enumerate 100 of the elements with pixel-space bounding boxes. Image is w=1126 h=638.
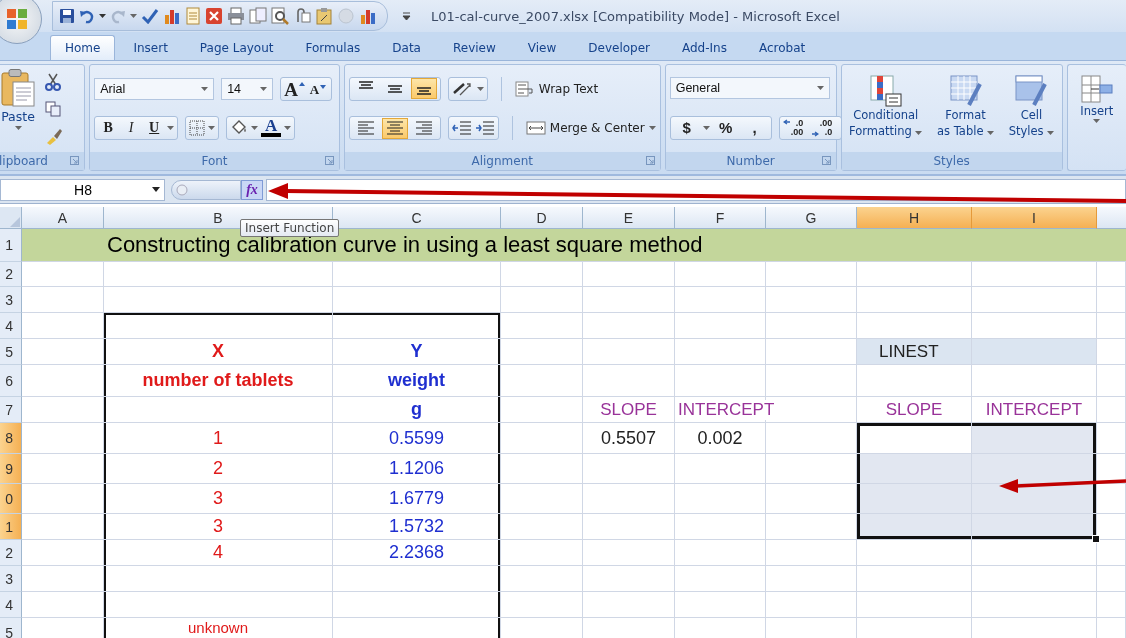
grid-cell[interactable] bbox=[22, 397, 104, 423]
ribbon-tab[interactable]: Add-Ins bbox=[668, 35, 741, 60]
ribbon-tab[interactable]: Formulas bbox=[291, 35, 375, 60]
grid-cell[interactable]: 1.1206 bbox=[333, 454, 501, 484]
grid-cell[interactable] bbox=[675, 313, 766, 339]
insert-function-button[interactable]: fx bbox=[241, 179, 263, 200]
grid-cell[interactable] bbox=[972, 592, 1097, 618]
row-header[interactable]: 0 bbox=[0, 484, 22, 514]
row-header[interactable]: 1 bbox=[0, 514, 22, 540]
grid-cell[interactable] bbox=[22, 339, 104, 365]
grid-cell[interactable] bbox=[22, 423, 104, 454]
grid-cell[interactable]: 1.5732 bbox=[333, 514, 501, 540]
scissors-icon[interactable] bbox=[45, 73, 61, 91]
grid-cell[interactable] bbox=[22, 484, 104, 514]
grid-cell[interactable]: 1 bbox=[104, 423, 333, 454]
undo-icon[interactable] bbox=[79, 8, 95, 24]
comma-button[interactable]: , bbox=[741, 117, 768, 138]
grid-cell[interactable] bbox=[501, 514, 583, 540]
increase-decimal-button[interactable]: .0 .00 bbox=[782, 118, 809, 137]
highlight-fill[interactable] bbox=[972, 454, 1097, 484]
grid-cell[interactable] bbox=[675, 566, 766, 592]
grid-cell[interactable] bbox=[501, 313, 583, 339]
grid-cell[interactable] bbox=[104, 397, 333, 423]
grid-cell[interactable] bbox=[675, 287, 766, 313]
highlight-fill[interactable] bbox=[857, 514, 972, 540]
grid-cell[interactable] bbox=[22, 540, 104, 566]
outdent-icon[interactable] bbox=[451, 121, 472, 136]
grid-cell[interactable] bbox=[972, 365, 1097, 397]
grow-font-button[interactable]: A bbox=[284, 78, 305, 99]
grid-cell[interactable] bbox=[583, 454, 675, 484]
grid-cell[interactable] bbox=[675, 454, 766, 484]
grid-cell[interactable]: 2.2368 bbox=[333, 540, 501, 566]
grid-cell[interactable] bbox=[501, 484, 583, 514]
copy-icon[interactable] bbox=[45, 101, 61, 117]
grid-cell[interactable] bbox=[972, 540, 1097, 566]
grid-cell[interactable]: 1.6779 bbox=[333, 484, 501, 514]
grid-cell[interactable] bbox=[22, 566, 104, 592]
grid-cell[interactable] bbox=[1097, 287, 1126, 313]
grid-cell[interactable] bbox=[857, 262, 972, 287]
row-header[interactable]: 6 bbox=[0, 365, 22, 397]
ribbon-tab[interactable]: Insert bbox=[119, 35, 182, 60]
highlight-fill[interactable] bbox=[857, 454, 972, 484]
grid-cell[interactable] bbox=[104, 287, 333, 313]
row-header[interactable]: 1 bbox=[0, 229, 22, 262]
circle-icon[interactable] bbox=[176, 183, 188, 196]
grid-cell[interactable] bbox=[104, 592, 333, 618]
grid-cell[interactable] bbox=[675, 262, 766, 287]
ribbon-tab[interactable]: Acrobat bbox=[744, 35, 820, 60]
ribbon-tab[interactable]: Home bbox=[50, 35, 116, 60]
grid-cell[interactable] bbox=[1097, 484, 1126, 514]
highlight-fill[interactable] bbox=[972, 484, 1097, 514]
decrease-decimal-button[interactable]: .00 .0 bbox=[811, 118, 838, 137]
grid-cell[interactable] bbox=[766, 423, 857, 454]
style-button[interactable]: Cell Styles bbox=[1008, 75, 1055, 139]
borders-icon[interactable] bbox=[189, 120, 206, 137]
grid-cell[interactable] bbox=[675, 339, 766, 365]
magnifier-icon[interactable] bbox=[271, 7, 289, 25]
grid-cell[interactable] bbox=[501, 454, 583, 484]
grid-cell[interactable] bbox=[857, 566, 972, 592]
dialog-launcher-icon[interactable] bbox=[324, 156, 334, 165]
grid-cell[interactable] bbox=[675, 484, 766, 514]
grid-cell[interactable]: number of tablets bbox=[104, 365, 333, 397]
grid-cell[interactable] bbox=[766, 365, 857, 397]
grid-cell[interactable] bbox=[501, 365, 583, 397]
grid-cell[interactable] bbox=[583, 566, 675, 592]
grid-cell[interactable] bbox=[333, 566, 501, 592]
grid-cell[interactable] bbox=[583, 262, 675, 287]
grid-cell[interactable]: 3 bbox=[104, 484, 333, 514]
grid-cell[interactable] bbox=[972, 287, 1097, 313]
align-button[interactable] bbox=[410, 78, 437, 100]
dialog-launcher-icon[interactable] bbox=[70, 156, 80, 165]
grid-cell[interactable] bbox=[766, 566, 857, 592]
active-cell[interactable] bbox=[857, 423, 972, 454]
font-name-field[interactable]: Arial bbox=[94, 77, 215, 100]
grid-cell[interactable] bbox=[583, 313, 675, 339]
grid-cell[interactable] bbox=[333, 287, 501, 313]
grid-cell[interactable] bbox=[1097, 262, 1126, 287]
grid-cell[interactable] bbox=[583, 484, 675, 514]
grid-cell[interactable] bbox=[501, 287, 583, 313]
grid-cell[interactable]: weight bbox=[333, 365, 501, 397]
printer-icon[interactable] bbox=[227, 7, 245, 25]
row-header[interactable]: 3 bbox=[0, 287, 22, 313]
app-menu-button[interactable] bbox=[0, 0, 42, 44]
grid-cell[interactable]: unknown bbox=[104, 618, 333, 638]
grid-cell[interactable] bbox=[501, 592, 583, 618]
column-header[interactable]: H bbox=[857, 207, 972, 229]
save-icon[interactable] bbox=[59, 8, 75, 24]
grid-cell[interactable]: X bbox=[104, 339, 333, 365]
row-header[interactable]: 7 bbox=[0, 397, 22, 423]
underline-button[interactable]: U bbox=[144, 118, 165, 139]
grid-cell[interactable] bbox=[104, 313, 333, 339]
grid-cell[interactable] bbox=[22, 313, 104, 339]
clipboard-icon[interactable] bbox=[315, 7, 333, 25]
highlight-fill[interactable] bbox=[972, 514, 1097, 540]
grid-cell[interactable]: 3 bbox=[104, 514, 333, 540]
grid-cell[interactable] bbox=[501, 397, 583, 423]
grid-cell[interactable] bbox=[766, 313, 857, 339]
grid-cell[interactable] bbox=[1097, 540, 1126, 566]
redo-icon[interactable] bbox=[110, 8, 126, 24]
wrap-text-button[interactable]: Wrap Text bbox=[514, 80, 599, 97]
